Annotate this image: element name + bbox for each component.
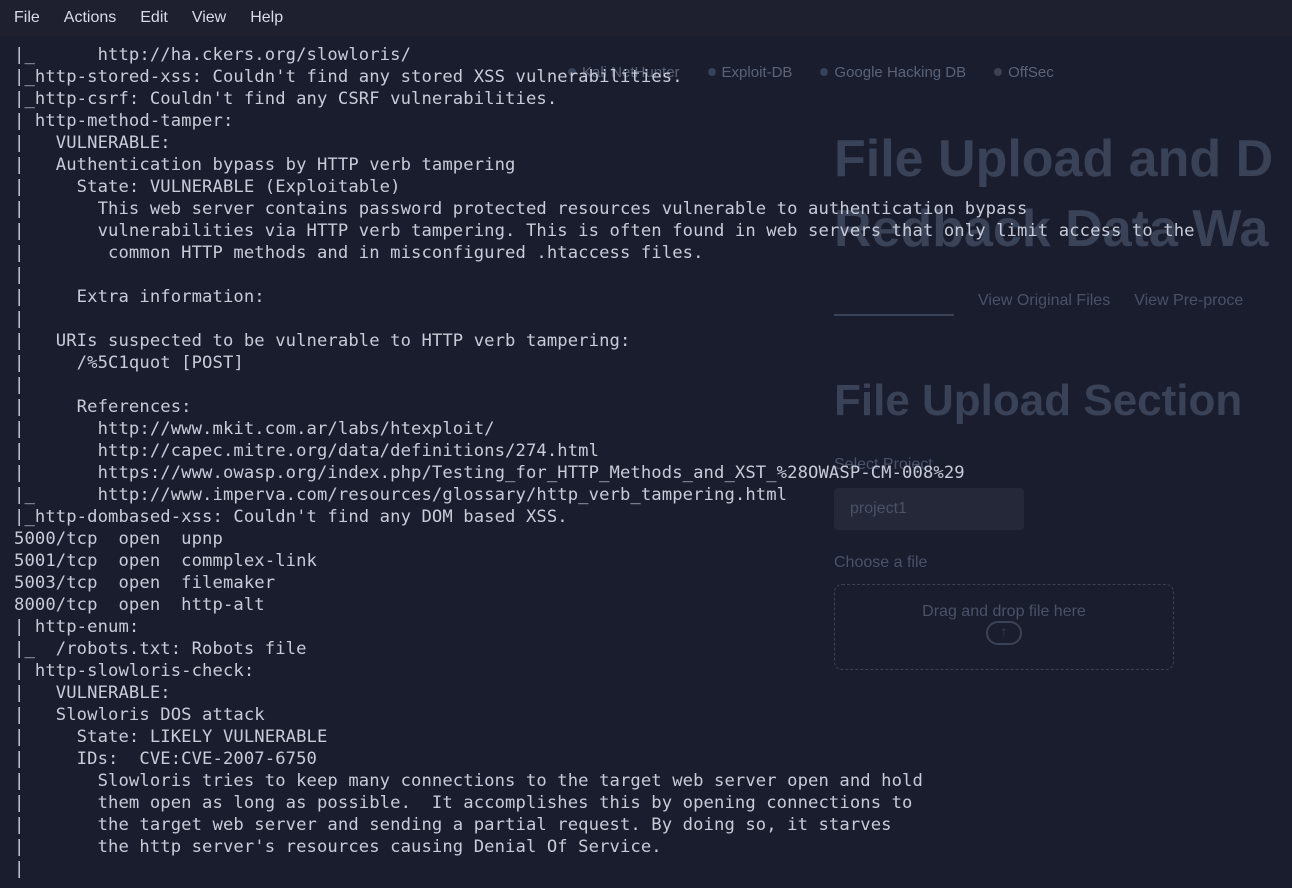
menu-help[interactable]: Help (250, 9, 283, 27)
menu-actions[interactable]: Actions (64, 9, 116, 27)
terminal-window: File Actions Edit View Help |_ http://ha… (0, 0, 1292, 868)
menu-file[interactable]: File (14, 9, 40, 27)
menu-edit[interactable]: Edit (140, 9, 168, 27)
menu-view[interactable]: View (192, 9, 226, 27)
terminal-menu-bar: File Actions Edit View Help (0, 0, 1292, 36)
terminal-output[interactable]: |_ http://ha.ckers.org/slowloris/ |_http… (0, 36, 1292, 888)
